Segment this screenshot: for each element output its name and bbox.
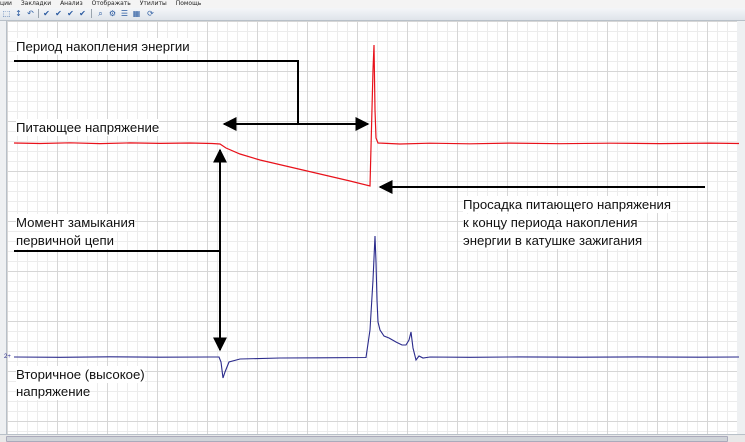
secondary-voltage-label-line2: напряжение <box>16 383 91 400</box>
supply-voltage-trace <box>13 44 740 187</box>
sag-label-line2: к концу периода накопления <box>463 214 638 231</box>
secondary-voltage-label-line1: Вторичное (высокое) <box>16 366 145 383</box>
energy-period-label: Период накопления энергии <box>16 38 190 55</box>
primary-closure-label-line1: Момент замыкания <box>16 214 135 231</box>
energy-period-leader-line <box>14 60 299 124</box>
supply-voltage-label: Питающее напряжение <box>16 119 160 136</box>
sag-label-line3: энергии в катушке зажигания <box>463 232 643 249</box>
channel-marker[interactable]: 2+ <box>4 354 11 360</box>
secondary-voltage-trace <box>13 235 740 379</box>
scrollbar-thumb[interactable] <box>6 436 728 442</box>
sag-label-line1: Просадка питающего напряжения <box>463 196 672 213</box>
primary-closure-label-line2: первичной цепи <box>16 232 114 249</box>
